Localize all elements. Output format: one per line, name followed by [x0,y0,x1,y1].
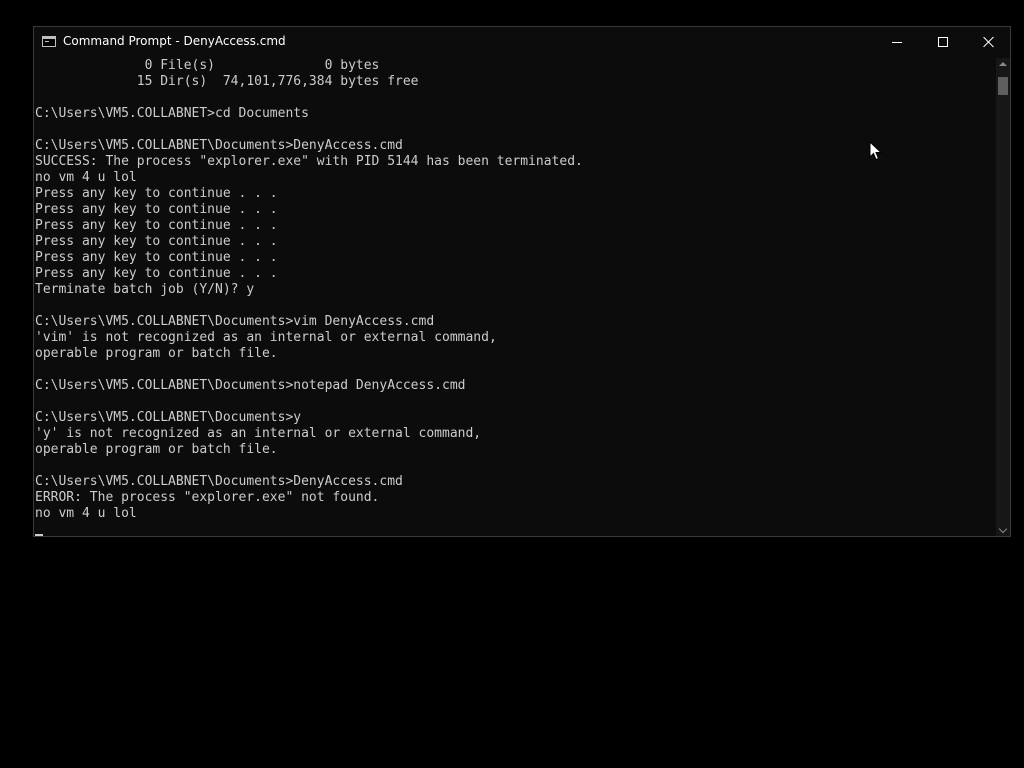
console-lines: 0 File(s) 0 bytes 15 Dir(s) 74,101,776,3… [35,58,583,522]
console-line: 'y' is not recognized as an internal or … [35,426,482,441]
console-line: Press any key to continue . . . [35,186,278,201]
console-line: no vm 4 u lol [35,506,137,521]
cmd-icon [42,36,56,47]
minimize-icon [892,42,902,43]
text-cursor [35,534,43,536]
scroll-up-arrow-icon[interactable] [999,62,1007,66]
console-line: no vm 4 u lol [35,170,137,185]
console-line: Terminate batch job (Y/N)? y [35,282,255,297]
scroll-down-arrow-icon[interactable] [999,526,1007,534]
console-line: Press any key to continue . . . [35,234,278,249]
console-line: Press any key to continue . . . [35,202,278,217]
console-line: operable program or batch file. [35,346,278,361]
console-output[interactable]: 0 File(s) 0 bytes 15 Dir(s) 74,101,776,3… [34,58,996,536]
console-line: Press any key to continue . . . [35,250,278,265]
console-line: Press any key to continue . . . [35,218,278,233]
console-line: C:\Users\VM5.COLLABNET\Documents>DenyAcc… [35,138,403,153]
console-line: SUCCESS: The process "explorer.exe" with… [35,154,583,169]
close-icon [983,36,995,48]
console-line: C:\Users\VM5.COLLABNET\Documents>vim Den… [35,314,435,329]
console-line: C:\Users\VM5.COLLABNET\Documents>y [35,410,302,425]
console-line: C:\Users\VM5.COLLABNET\Documents>notepad… [35,378,466,393]
console-line: Press any key to continue . . . [35,266,278,281]
scroll-thumb[interactable] [998,77,1008,95]
command-prompt-window[interactable]: Command Prompt - DenyAccess.cmd 0 File(s… [33,26,1011,537]
window-title: Command Prompt - DenyAccess.cmd [63,34,286,48]
mouse-pointer-icon [869,141,883,161]
console-line: 'vim' is not recognized as an internal o… [35,330,497,345]
title-bar[interactable]: Command Prompt - DenyAccess.cmd [34,27,1010,58]
console-line: operable program or batch file. [35,442,278,457]
console-line: ERROR: The process "explorer.exe" not fo… [35,490,380,505]
console-line: C:\Users\VM5.COLLABNET\Documents>DenyAcc… [35,474,403,489]
console-line: C:\Users\VM5.COLLABNET>cd Documents [35,106,309,121]
vertical-scrollbar[interactable] [996,58,1010,536]
maximize-button[interactable] [920,27,966,58]
minimize-button[interactable] [874,27,920,58]
close-button[interactable] [966,27,1012,58]
console-line: 15 Dir(s) 74,101,776,384 bytes free [35,74,419,89]
console-line: 0 File(s) 0 bytes [35,58,380,73]
maximize-icon [938,37,948,47]
